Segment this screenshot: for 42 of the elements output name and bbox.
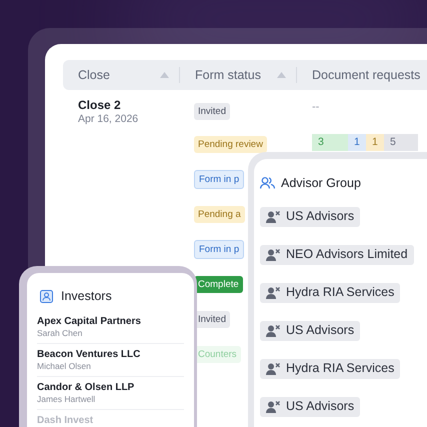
investor-contact: Michael Olsen [37, 360, 92, 372]
advisor-chip[interactable]: NEO Advisors Limited [260, 244, 414, 265]
close-date: Apr 16, 2026 [78, 113, 140, 126]
column-header[interactable]: Form status [195, 66, 261, 84]
status-badge: Counters [194, 346, 241, 362]
investor-name[interactable]: Candor & Olsen LLP [37, 380, 184, 394]
status-badge: Form in p [194, 240, 244, 258]
users-icon [260, 177, 275, 190]
advisor-chip[interactable]: US Advisors [260, 396, 360, 417]
advisor-chip[interactable]: US Advisors [260, 320, 360, 341]
status-badge: Complete [194, 276, 243, 292]
sort-icon[interactable] [160, 72, 169, 78]
status-badge: Pending a [194, 206, 245, 222]
status-badge: Pending review [194, 136, 267, 152]
investor-name[interactable]: Beacon Ventures LLC [37, 348, 184, 361]
advisor-chip[interactable]: US Advisors [260, 206, 360, 227]
user-remove-icon [266, 248, 281, 261]
investor-name[interactable]: Apex Capital Partners [37, 314, 184, 328]
status-badge: Invited [194, 310, 230, 328]
card-title: Investors [61, 288, 112, 305]
column-header[interactable]: Close [78, 66, 110, 84]
card-title: Advisor Group [281, 175, 361, 192]
user-remove-icon [266, 210, 281, 223]
column-header[interactable]: Document requests [312, 66, 420, 84]
user-remove-icon [266, 362, 281, 375]
status-badge: Invited [194, 102, 230, 120]
advisor-chip[interactable]: Hydra RIA Services [260, 282, 400, 303]
contact-icon [40, 290, 53, 303]
document-count: 1 [366, 134, 384, 151]
investor-contact: James Hartwell [37, 394, 96, 405]
document-count: 1 [348, 134, 366, 151]
investor-contact: Sarah Chen [37, 328, 84, 339]
advisor-chip[interactable]: Hydra RIA Services [260, 358, 400, 379]
user-remove-icon [266, 400, 281, 413]
user-remove-icon [266, 324, 281, 337]
document-count: 3 [312, 134, 348, 151]
empty-value: -- [312, 100, 320, 116]
status-badge: Form in p [194, 170, 244, 188]
document-count: 5 [384, 134, 418, 151]
user-remove-icon [266, 286, 281, 299]
sort-icon[interactable] [277, 72, 286, 78]
close-name: Close 2 [78, 98, 122, 113]
